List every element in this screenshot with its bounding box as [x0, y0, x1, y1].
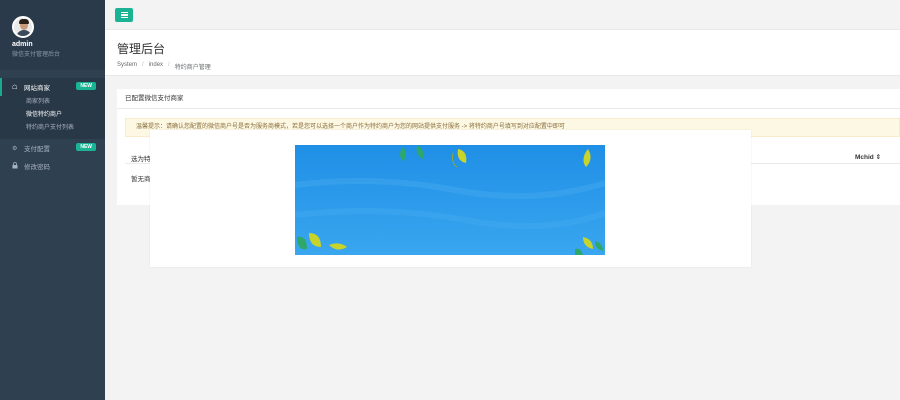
menu-toggle-button[interactable]: [115, 8, 133, 22]
image-modal[interactable]: [150, 130, 751, 267]
sky-leaves-illustration: [295, 145, 605, 255]
sidebar-nav: ☖ 网站商家 NEW 商家列表 微信特约商户 特约商户支付列表 ⚙ 支付配置 N…: [0, 78, 105, 175]
hamburger-icon: [120, 11, 128, 13]
profile-panel: admin 微信支付管理后台: [0, 0, 105, 70]
top-navbar: [105, 0, 900, 30]
sidebar-item-payment-config: ⚙ 支付配置 NEW: [0, 139, 105, 157]
column-header-select[interactable]: 选为特: [131, 153, 151, 163]
new-badge: NEW: [76, 82, 96, 90]
profile-name[interactable]: admin: [12, 41, 105, 48]
breadcrumb: System / index / 特约商户管理: [117, 62, 211, 71]
sidebar-subitem-special-merchant[interactable]: 微信特约商户: [0, 109, 105, 122]
home-icon: ☖: [12, 84, 18, 91]
profile-role: 微信支付管理后台: [12, 52, 61, 58]
sidebar-item-change-password-header[interactable]: 修改密码: [0, 157, 105, 175]
column-header-mchid[interactable]: Mchid ⇕: [855, 153, 881, 161]
sidebar-subitem-merchant-list[interactable]: 商家列表: [0, 96, 105, 109]
breadcrumb-item[interactable]: System: [117, 62, 137, 71]
page-heading: 管理后台 System / index / 特约商户管理: [105, 30, 900, 76]
empty-table-message: 暂无商: [131, 176, 151, 183]
modal-image: [295, 145, 605, 255]
breadcrumb-item-current: 特约商户管理: [174, 65, 211, 71]
sidebar-item-change-password: 修改密码: [0, 157, 105, 175]
sidebar-item-label: 支付配置: [24, 146, 50, 153]
avatar[interactable]: [12, 16, 34, 38]
breadcrumb-item[interactable]: index: [149, 62, 163, 71]
sidebar-item-label: 网站商家: [24, 85, 50, 92]
sidebar-item-label: 修改密码: [24, 164, 50, 171]
lock-icon: [12, 161, 20, 171]
sidebar-submenu: 商家列表 微信特约商户 特约商户支付列表: [0, 96, 105, 139]
new-badge: NEW: [76, 143, 96, 151]
sidebar-item-merchants: ☖ 网站商家 NEW 商家列表 微信特约商户 特约商户支付列表: [0, 78, 105, 139]
sidebar-subitem-payment-list[interactable]: 特约商户支付列表: [0, 122, 105, 135]
page-title: 管理后台: [117, 42, 166, 56]
panel-title: 已配置微信支付商家: [117, 89, 900, 109]
gear-icon: ⚙: [12, 145, 18, 152]
sidebar: admin 微信支付管理后台 ☖ 网站商家 NEW 商家列表 微信特约商户 特约…: [0, 0, 105, 400]
